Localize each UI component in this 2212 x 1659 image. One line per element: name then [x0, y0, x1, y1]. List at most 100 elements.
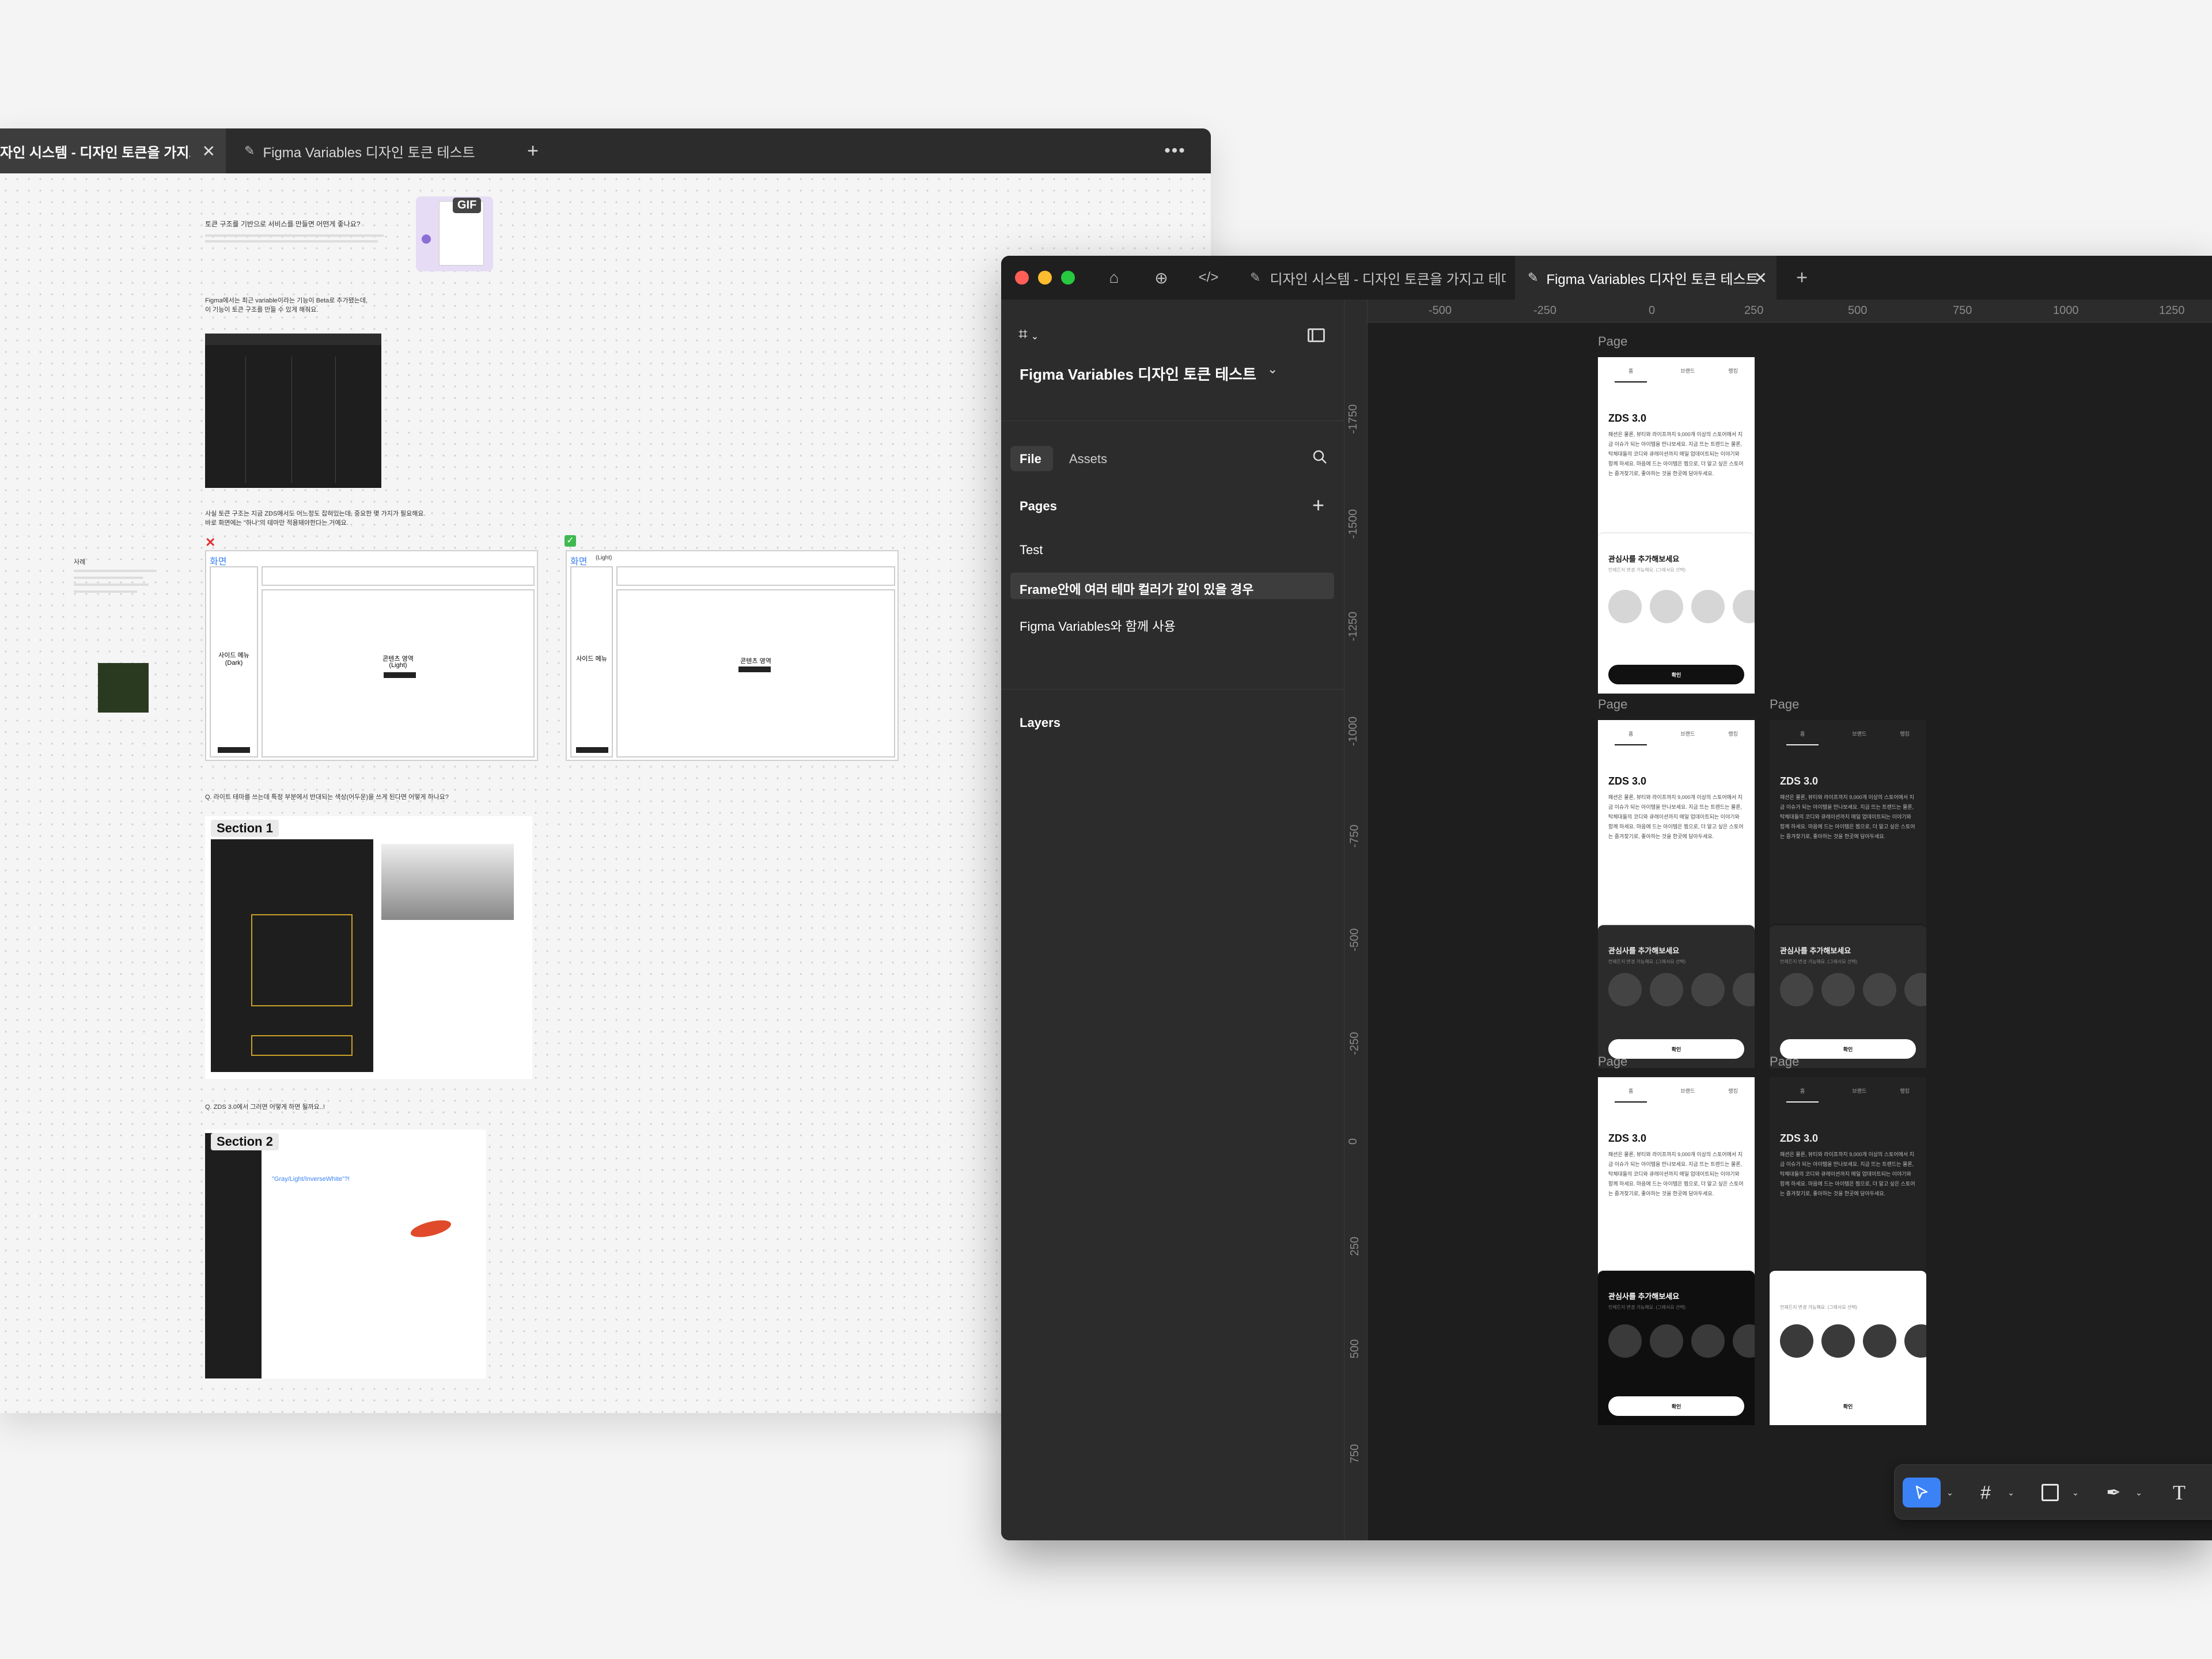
- interest-avatar: [1733, 590, 1755, 623]
- check-mark: ✓: [565, 535, 576, 547]
- minimize-window-button[interactable]: [1038, 271, 1052, 285]
- interest-avatar: [1608, 973, 1642, 1006]
- confirm-button[interactable]: 확인: [1780, 1039, 1916, 1059]
- pen-tool-icon[interactable]: ✒: [2097, 1478, 2130, 1508]
- text-lines: [205, 240, 378, 243]
- new-tab-plus-icon[interactable]: +: [518, 128, 547, 173]
- close-icon[interactable]: ✕: [202, 142, 215, 161]
- new-tab-plus-icon[interactable]: +: [1785, 264, 1819, 291]
- mobile-frame[interactable]: 홈 브랜드 랭킹 ZDS 3.0 패션은 물론, 뷰티와 라이프까지 9,000개 이상…: [1598, 1077, 1755, 1425]
- chevron-down-icon[interactable]: ⌄: [2132, 1478, 2146, 1508]
- chevron-down-icon[interactable]: ⌄: [1943, 1478, 1957, 1508]
- screen-label: 화면: [570, 557, 588, 567]
- section-2-label[interactable]: Section 2: [211, 1133, 279, 1150]
- interest-title: 관심사를 추가해보세요: [1608, 555, 1680, 563]
- pen-icon: ✎: [244, 143, 255, 158]
- board-question-2: Q. 라이트 테마를 쓰는데 특정 부분에서 반대되는 색상(어두운)을 쓰게 …: [205, 794, 449, 801]
- back-tab-bar: 자인 시스템 - 디자인 토큰을 가지고 테 ✕ ✎ Figma Variabl…: [0, 128, 1211, 173]
- interest-subtitle: 언제든지 변경 가능해요. (그래서요 선택): [1608, 959, 1686, 964]
- mobile-frame[interactable]: 홈 브랜드 랭킹 ZDS 3.0 패션은 물론, 뷰티와 라이프까지 9,000개 이상…: [1598, 720, 1755, 1068]
- frame-tab: 브랜드: [1680, 730, 1695, 737]
- sample-image: [98, 663, 149, 713]
- interest-avatar: [1821, 973, 1855, 1006]
- interest-avatar: [1863, 973, 1896, 1006]
- frame-page-label[interactable]: Page: [1598, 697, 1627, 712]
- confirm-button[interactable]: 확인: [1608, 1039, 1744, 1059]
- front-tab-figma-variables[interactable]: ✎ Figma Variables 디자인 토큰 테스트 ✕: [1515, 256, 1777, 300]
- interest-title: 관심사를 추가해보세요: [1780, 946, 1851, 955]
- mobile-frame[interactable]: 홈 브랜드 랭킹 ZDS 3.0 패션은 물론, 뷰티와 라이프까지 9,000개 이상…: [1598, 357, 1755, 694]
- frame-tab-bar: 홈 브랜드 랭킹: [1598, 720, 1755, 755]
- globe-icon[interactable]: ⊕: [1144, 264, 1179, 291]
- side-label: 사례: [74, 559, 86, 566]
- confirm-button[interactable]: 확인: [1780, 1396, 1916, 1416]
- page-item-figma-variables[interactable]: Figma Variables와 함께 사용: [1020, 616, 1176, 635]
- interest-section: 관심사를 추가해보세요 언제든지 변경 가능해요. (그래서요 선택) 확인: [1770, 1270, 1926, 1425]
- back-tab-design-system[interactable]: 자인 시스템 - 디자인 토큰을 가지고 테 ✕: [0, 128, 226, 173]
- board-question-1: 토큰 구조를 기반으로 서비스를 만들면 어떤게 좋나요?: [205, 220, 361, 228]
- front-figma-window: ⌂ ⊕ </> ✎ 디자인 시스템 - 디자인 토큰을 가지고 테마를 ✎ Fi…: [1001, 256, 2212, 1540]
- interest-subtitle: 언제든지 변경 가능해요. (그래서요 선택): [1608, 567, 1686, 573]
- home-icon[interactable]: ⌂: [1097, 264, 1131, 291]
- tab-title: Figma Variables 디자인 토큰 테스트: [263, 145, 475, 161]
- rectangle-tool-icon[interactable]: [2034, 1478, 2066, 1508]
- section-1[interactable]: [205, 816, 532, 1079]
- frame-tab: 브랜드: [1680, 368, 1695, 374]
- design-canvas[interactable]: -500 -250 0 250 500 750 1000 1250 -1750 …: [1344, 300, 2212, 1540]
- frame-tool-icon[interactable]: #: [1969, 1478, 2002, 1508]
- section-1-label[interactable]: Section 1: [211, 820, 279, 837]
- board-question-3: Q. ZDS 3.0에서 그러면 어떻게 하면 될까요..!: [205, 1104, 325, 1111]
- section-2[interactable]: "Gray/Light/InverseWhite"?!: [205, 1130, 486, 1378]
- pen-icon: ✎: [1528, 270, 1539, 285]
- chevron-down-icon[interactable]: ⌄: [2069, 1478, 2082, 1508]
- page-item-multi-theme[interactable]: Frame안에 여러 테마 컬러가 같이 있을 경우: [1020, 579, 1253, 598]
- frame-tab: 브랜드: [1852, 730, 1867, 737]
- gif-card[interactable]: GIF: [416, 196, 493, 271]
- frame-page-label[interactable]: Page: [1598, 1054, 1627, 1069]
- frame-tab: 홈: [1786, 730, 1819, 745]
- file-name[interactable]: Figma Variables 디자인 토큰 테스트: [1020, 363, 1256, 384]
- preview-screenshot: [381, 844, 514, 920]
- figma-menu-icon[interactable]: ⌗ ⌄: [1018, 325, 1039, 344]
- frame-tab-bar: 홈 브랜드 랭킹: [1770, 720, 1926, 755]
- frame-tab: 홈: [1615, 367, 1647, 382]
- back-tab-figma-variables[interactable]: ✎ Figma Variables 디자인 토큰 테스트: [230, 128, 507, 173]
- side-menu-box: 사이드 메뉴 (Dark): [210, 566, 258, 757]
- chevron-down-icon[interactable]: ⌄: [2004, 1478, 2018, 1508]
- sidebar-toggle-icon[interactable]: [1308, 328, 1325, 342]
- para-line-1: 사실 토큰 구조는 지금 ZDS에서도 어느정도 잡혀있는데, 중요한 몇 가지…: [205, 510, 426, 517]
- header-box: [616, 566, 895, 586]
- tab-assets[interactable]: Assets: [1069, 452, 1107, 467]
- interest-subtitle: 언제든지 변경 가능해요. (그래서요 선택): [1780, 1305, 1858, 1310]
- frame-page-label[interactable]: Page: [1770, 1054, 1799, 1069]
- chevron-down-icon[interactable]: ⌄: [1267, 362, 1278, 377]
- move-tool-icon[interactable]: [1903, 1478, 1941, 1508]
- mobile-frame[interactable]: 홈 브랜드 랭킹 ZDS 3.0 패션은 물론, 뷰티와 라이프까지 9,000개 이상…: [1770, 1077, 1926, 1425]
- close-icon[interactable]: ✕: [1754, 268, 1767, 287]
- confirm-button[interactable]: 확인: [1608, 1396, 1744, 1416]
- text-lines: [205, 234, 384, 237]
- interest-subtitle: 언제든지 변경 가능해요. (그래서요 선택): [1780, 959, 1858, 964]
- add-page-plus-icon[interactable]: +: [1312, 493, 1324, 517]
- side-menu-label: 사이드 메뉴: [218, 652, 249, 659]
- frame-page-label[interactable]: Page: [1598, 334, 1627, 349]
- gif-badge: GIF: [453, 198, 482, 213]
- tab-file[interactable]: File: [1020, 452, 1041, 467]
- more-icon[interactable]: •••: [1152, 128, 1198, 173]
- confirm-button[interactable]: 확인: [1608, 665, 1744, 684]
- text-tool-icon[interactable]: T: [2163, 1478, 2195, 1508]
- screen-label: 화면: [210, 557, 227, 567]
- mobile-frame[interactable]: 홈 브랜드 랭킹 ZDS 3.0 패션은 물론, 뷰티와 라이프까지 9,000개 이상…: [1770, 720, 1926, 1068]
- frame-page-label[interactable]: Page: [1770, 697, 1799, 712]
- frame-title: ZDS 3.0: [1608, 1132, 1647, 1144]
- code-icon[interactable]: </>: [1191, 264, 1226, 291]
- maximize-window-button[interactable]: [1061, 271, 1075, 285]
- frame-tab: 랭킹: [1728, 368, 1738, 374]
- close-window-button[interactable]: [1015, 271, 1029, 285]
- search-icon[interactable]: [1312, 449, 1327, 464]
- frame-tab: 홈: [1615, 730, 1647, 745]
- front-tab-design-system[interactable]: ✎ 디자인 시스템 - 디자인 토큰을 가지고 테마를: [1237, 256, 1514, 300]
- page-item-test[interactable]: Test: [1020, 543, 1043, 558]
- interest-avatar: [1650, 1324, 1683, 1358]
- intro-line-1: Figma에서는 최근 variable이라는 기능이 Beta로 추가됐는데,: [205, 297, 368, 304]
